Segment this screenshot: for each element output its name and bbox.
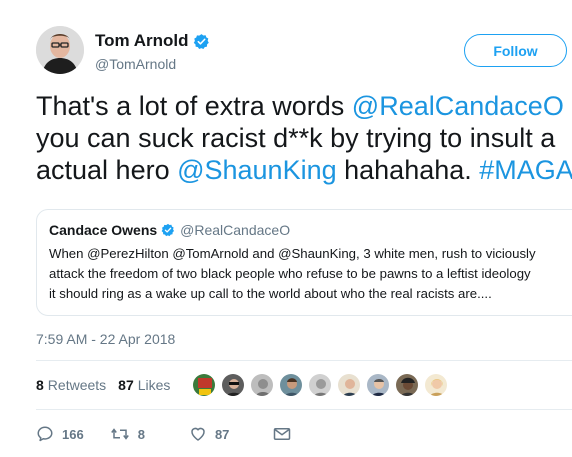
likes-stat[interactable]: 87 Likes bbox=[118, 377, 170, 393]
author-name[interactable]: Tom Arnold bbox=[95, 31, 188, 51]
tweet-stats: 8 Retweets 87 Likes bbox=[36, 377, 170, 393]
author-handle[interactable]: @TomArnold bbox=[95, 56, 176, 72]
follow-button[interactable]: Follow bbox=[464, 34, 567, 67]
verified-badge-icon bbox=[193, 33, 210, 50]
liker-avatar[interactable] bbox=[279, 373, 303, 397]
liker-avatar[interactable] bbox=[192, 373, 216, 397]
liker-avatar[interactable] bbox=[366, 373, 390, 397]
divider bbox=[36, 409, 572, 410]
reply-action[interactable]: 166 bbox=[36, 425, 84, 443]
retweets-count: 8 bbox=[36, 377, 44, 393]
retweet-icon bbox=[110, 428, 129, 440]
quoted-author-handle: @RealCandaceO bbox=[180, 222, 291, 238]
mention-link-shaunking[interactable]: @ShaunKing bbox=[177, 155, 337, 185]
retweets-label: Retweets bbox=[47, 377, 107, 393]
liker-avatar[interactable] bbox=[395, 373, 419, 397]
quoted-tweet[interactable]: Candace Owens @RealCandaceO When @PerezH… bbox=[36, 209, 572, 316]
reply-icon bbox=[37, 426, 53, 442]
tweet-line-3: actual hero @ShaunKing hahahaha. #MAGA bbox=[36, 154, 572, 186]
tweet-line-1: That's a lot of extra words @RealCandace… bbox=[36, 90, 572, 122]
author-name-row: Tom Arnold bbox=[95, 31, 210, 51]
likes-label: Likes bbox=[137, 377, 171, 393]
retweet-action[interactable]: 8 bbox=[110, 425, 145, 443]
quoted-tweet-body: When @PerezHilton @TomArnold and @ShaunK… bbox=[49, 244, 572, 304]
quoted-line-1: When @PerezHilton @TomArnold and @ShaunK… bbox=[49, 246, 536, 261]
author-avatar-image bbox=[36, 26, 84, 74]
tweet-actions: 166 8 87 bbox=[36, 425, 291, 443]
liker-avatar[interactable] bbox=[424, 373, 448, 397]
mention-link-realcandaceo[interactable]: @RealCandaceO bbox=[352, 91, 564, 121]
retweet-count: 8 bbox=[137, 426, 145, 442]
envelope-icon bbox=[274, 428, 291, 440]
hashtag-link-maga[interactable]: #MAGA bbox=[479, 155, 572, 185]
reply-count: 166 bbox=[62, 426, 84, 442]
divider bbox=[36, 360, 572, 361]
tweet-line-2: you can suck racist d**k by trying to in… bbox=[36, 123, 556, 153]
retweets-stat[interactable]: 8 Retweets bbox=[36, 377, 106, 393]
quoted-line-3: it should ring as a wake up call to the … bbox=[49, 286, 492, 301]
like-count: 87 bbox=[214, 426, 230, 442]
liker-avatar[interactable] bbox=[250, 373, 274, 397]
tweet-text-segment: actual hero bbox=[36, 155, 178, 185]
quoted-tweet-header: Candace Owens @RealCandaceO bbox=[49, 222, 572, 238]
quoted-line-2: attack the freedom of two black people w… bbox=[49, 266, 531, 281]
like-action[interactable]: 87 bbox=[189, 425, 229, 443]
tweet-text-segment: hahahaha. bbox=[336, 155, 480, 185]
heart-icon bbox=[191, 427, 205, 441]
likes-count: 87 bbox=[118, 377, 134, 393]
tweet-text: That's a lot of extra words @RealCandace… bbox=[36, 90, 572, 186]
tweet-text-segment: That's a lot of extra words bbox=[36, 91, 352, 121]
quoted-author-name: Candace Owens bbox=[49, 222, 158, 238]
author-avatar[interactable] bbox=[36, 26, 84, 74]
verified-badge-icon bbox=[161, 223, 175, 237]
liker-avatar[interactable] bbox=[337, 373, 361, 397]
direct-message-action[interactable] bbox=[273, 426, 291, 442]
liker-avatar[interactable] bbox=[308, 373, 332, 397]
liker-avatar[interactable] bbox=[221, 373, 245, 397]
tweet-timestamp[interactable]: 7:59 AM - 22 Apr 2018 bbox=[36, 331, 175, 347]
likers-avatar-list bbox=[192, 373, 453, 397]
